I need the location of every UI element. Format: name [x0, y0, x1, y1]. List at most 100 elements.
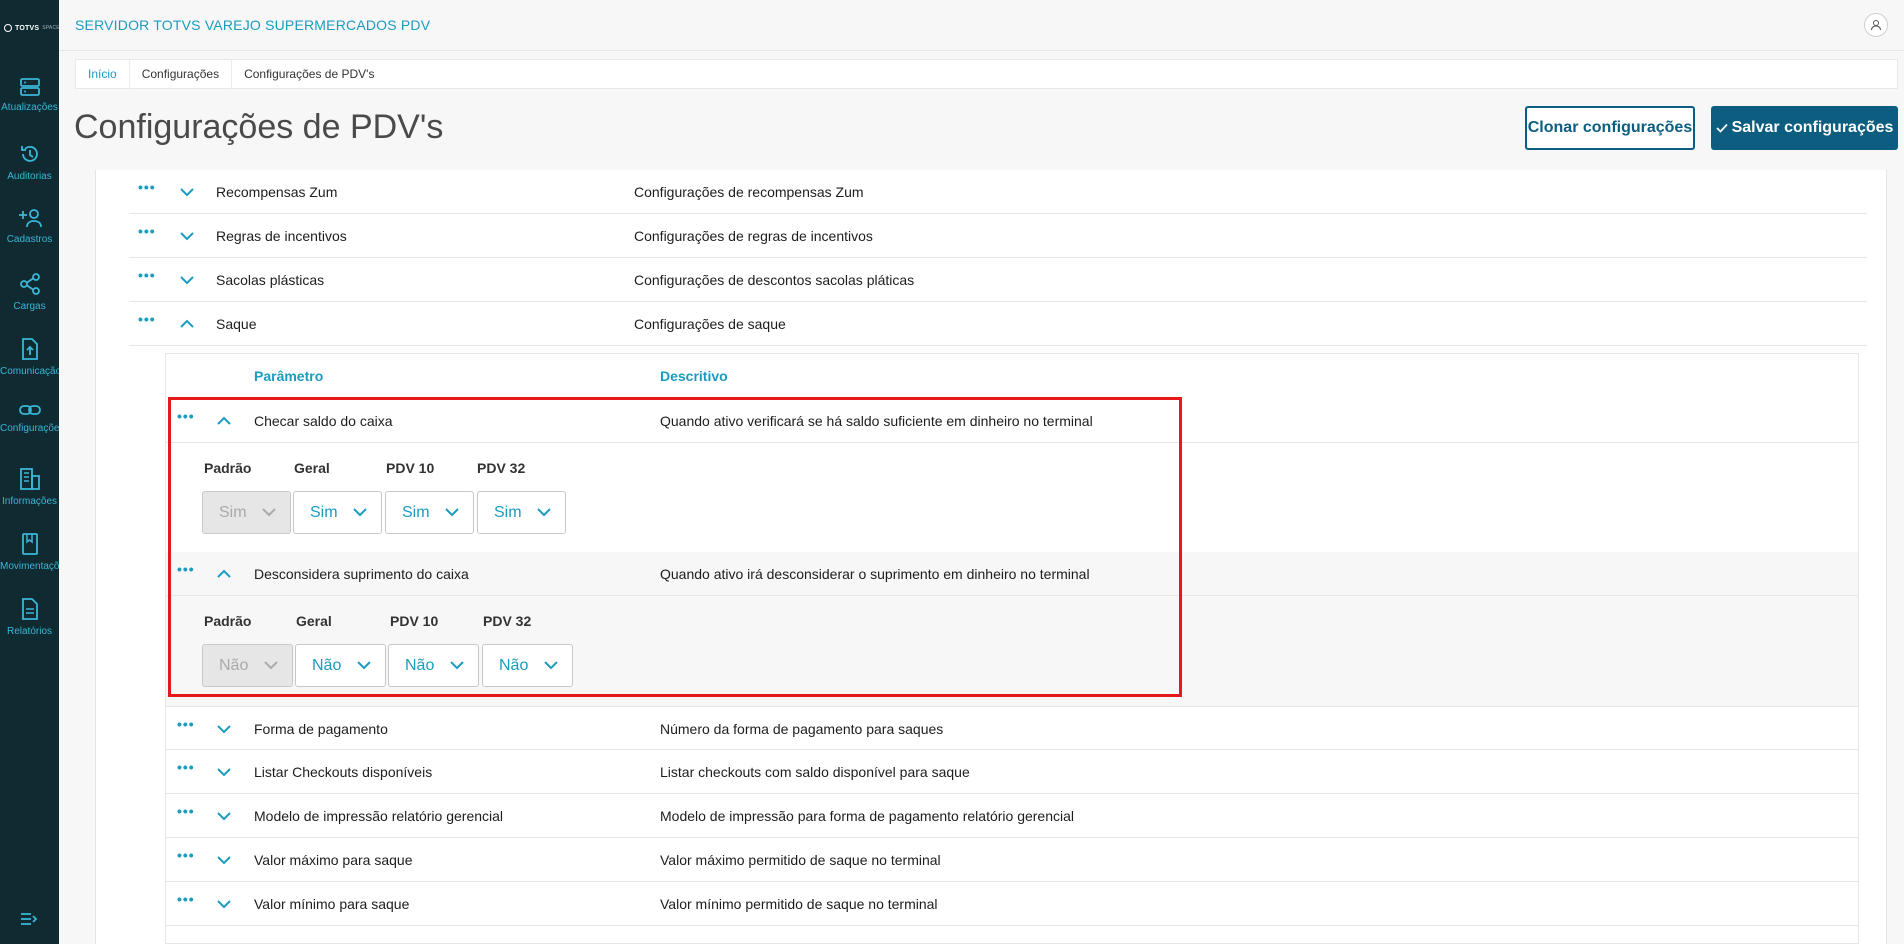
- history-icon: [20, 146, 38, 162]
- sidebar: TOTVS SPACE Atualizações Auditorias Cadas…: [0, 0, 60, 944]
- chevron-down-icon[interactable]: [216, 896, 232, 912]
- group-desc: Configurações de descontos sacolas pláti…: [634, 272, 915, 288]
- value-label: PDV 32: [477, 460, 526, 476]
- app-title: SERVIDOR TOTVS VAREJO SUPERMERCADOS PDV: [75, 17, 431, 33]
- param-name: Valor mínimo para saque: [254, 896, 410, 912]
- collapse-menu-icon[interactable]: [20, 912, 38, 931]
- clone-config-button[interactable]: Clonar configurações: [1525, 106, 1695, 150]
- sidebar-item-atualizacoes[interactable]: Atualizações: [0, 78, 59, 138]
- value-label: PDV 10: [390, 613, 439, 629]
- chevron-up-icon[interactable]: [179, 316, 195, 332]
- more-options-icon[interactable]: •••: [138, 268, 156, 282]
- config-content: ••• Recompensas Zum Configurações de rec…: [95, 170, 1887, 944]
- param-desc: Quando ativo verificará se há saldo sufi…: [660, 413, 1093, 429]
- page-title: Configurações de PDV's: [74, 108, 444, 146]
- more-options-icon[interactable]: •••: [177, 409, 195, 423]
- param-values-panel: Padrão Geral PDV 10 PDV 32 Sim Sim Sim S…: [166, 443, 1858, 552]
- param-desc: Quando ativo irá desconsiderar o suprime…: [660, 566, 1090, 582]
- chevron-down-icon: [544, 661, 558, 670]
- chevron-down-icon[interactable]: [216, 808, 232, 824]
- more-options-icon[interactable]: •••: [177, 892, 195, 906]
- user-avatar-button[interactable]: [1864, 13, 1888, 37]
- chevron-down-icon[interactable]: [179, 228, 195, 244]
- param-name: Modelo de impressão relatório gerencial: [254, 808, 504, 824]
- param-desc: Número da forma de pagamento para saques: [660, 721, 944, 737]
- check-icon: [1715, 123, 1728, 133]
- chevron-down-icon[interactable]: [216, 721, 232, 737]
- value-label: Geral: [296, 613, 332, 629]
- sidebar-item-informacoes[interactable]: Informações: [0, 468, 59, 528]
- more-options-icon[interactable]: •••: [177, 804, 195, 818]
- column-header-desc: Descritivo: [660, 368, 728, 384]
- group-name: Saque: [216, 316, 257, 332]
- breadcrumb-inicio[interactable]: Início: [76, 59, 130, 89]
- server-icon: [19, 78, 40, 96]
- param-row: ••• Listar Checkouts disponíveis Listar …: [166, 750, 1858, 794]
- breadcrumb-configuracoes[interactable]: Configurações: [130, 59, 233, 89]
- param-name: Valor máximo para saque: [254, 852, 413, 868]
- chevron-down-icon[interactable]: [216, 764, 232, 780]
- padrao-select: Sim: [202, 491, 291, 534]
- group-desc: Configurações de saque: [634, 316, 786, 332]
- group-name: Recompensas Zum: [216, 184, 338, 200]
- chevron-down-icon: [262, 508, 276, 517]
- more-options-icon[interactable]: •••: [177, 717, 195, 731]
- pdv-32-select[interactable]: Sim: [477, 491, 566, 534]
- sidebar-item-configuracoes[interactable]: Configurações: [0, 403, 59, 463]
- param-desc: Modelo de impressão para forma de pagame…: [660, 808, 1075, 824]
- value-label: Padrão: [204, 460, 252, 476]
- param-row: ••• Checar saldo do caixa Quando ativo v…: [166, 399, 1858, 443]
- pdv-10-select[interactable]: Sim: [385, 491, 474, 534]
- geral-select[interactable]: Não: [295, 644, 386, 687]
- sidebar-item-auditorias[interactable]: Auditorias: [0, 143, 59, 203]
- param-desc: Valor máximo permitido de saque no termi…: [660, 852, 941, 868]
- chevron-down-icon: [537, 508, 551, 517]
- pdv-10-select[interactable]: Não: [388, 644, 479, 687]
- upload-file-icon: [21, 338, 38, 360]
- padrao-select: Não: [202, 644, 293, 687]
- save-config-button[interactable]: Salvar configurações: [1711, 106, 1898, 150]
- breadcrumb-current: Configurações de PDV's: [244, 67, 375, 81]
- totvs-logo: TOTVS SPACE: [4, 24, 60, 32]
- more-options-icon[interactable]: •••: [177, 760, 195, 774]
- param-row: ••• Valor mínimo para saque Valor mínimo…: [166, 882, 1858, 926]
- chevron-down-icon: [445, 508, 459, 517]
- group-row: ••• Sacolas plásticas Configurações de d…: [129, 258, 1867, 302]
- group-row-saque: ••• Saque Configurações de saque: [129, 302, 1867, 346]
- sidebar-item-comunicacao[interactable]: Comunicação: [0, 338, 59, 398]
- group-row: ••• Regras de incentivos Configurações d…: [129, 214, 1867, 258]
- pdv-32-select[interactable]: Não: [482, 644, 573, 687]
- value-label: Geral: [294, 460, 330, 476]
- param-name: Checar saldo do caixa: [254, 413, 393, 429]
- chevron-down-icon[interactable]: [179, 272, 195, 288]
- add-user-icon: [18, 209, 42, 228]
- sidebar-item-cadastros[interactable]: Cadastros: [0, 208, 59, 268]
- param-name: Desconsidera suprimento do caixa: [254, 566, 469, 582]
- more-options-icon[interactable]: •••: [138, 312, 156, 326]
- group-row: ••• Recompensas Zum Configurações de rec…: [129, 170, 1867, 214]
- sidebar-item-movimentacoes[interactable]: Movimentações: [0, 533, 59, 593]
- more-options-icon[interactable]: •••: [177, 562, 195, 576]
- chevron-up-icon[interactable]: [216, 413, 232, 429]
- more-options-icon[interactable]: •••: [177, 848, 195, 862]
- chevron-up-icon[interactable]: [216, 566, 232, 582]
- param-row: ••• Forma de pagamento Número da forma d…: [166, 706, 1858, 750]
- chevron-down-icon: [357, 661, 371, 670]
- param-desc: Valor mínimo permitido de saque no termi…: [660, 896, 938, 912]
- params-table-header: Parâmetro Descritivo: [166, 354, 1858, 400]
- param-row: ••• Desconsidera suprimento do caixa Qua…: [166, 552, 1858, 596]
- param-name: Forma de pagamento: [254, 721, 388, 737]
- param-desc: Listar checkouts com saldo disponível pa…: [660, 764, 970, 780]
- chevron-down-icon[interactable]: [179, 184, 195, 200]
- param-name: Listar Checkouts disponíveis: [254, 764, 433, 780]
- sidebar-item-cargas[interactable]: Cargas: [0, 273, 59, 333]
- value-label: PDV 32: [483, 613, 532, 629]
- geral-select[interactable]: Sim: [293, 491, 382, 534]
- breadcrumb: Início Configurações Configurações de PD…: [75, 59, 1898, 89]
- column-header-param: Parâmetro: [254, 368, 324, 384]
- sidebar-item-relatorios[interactable]: Relatórios: [0, 598, 59, 658]
- chevron-down-icon[interactable]: [216, 852, 232, 868]
- share-icon: [19, 273, 40, 295]
- more-options-icon[interactable]: •••: [138, 224, 156, 238]
- more-options-icon[interactable]: •••: [138, 180, 156, 194]
